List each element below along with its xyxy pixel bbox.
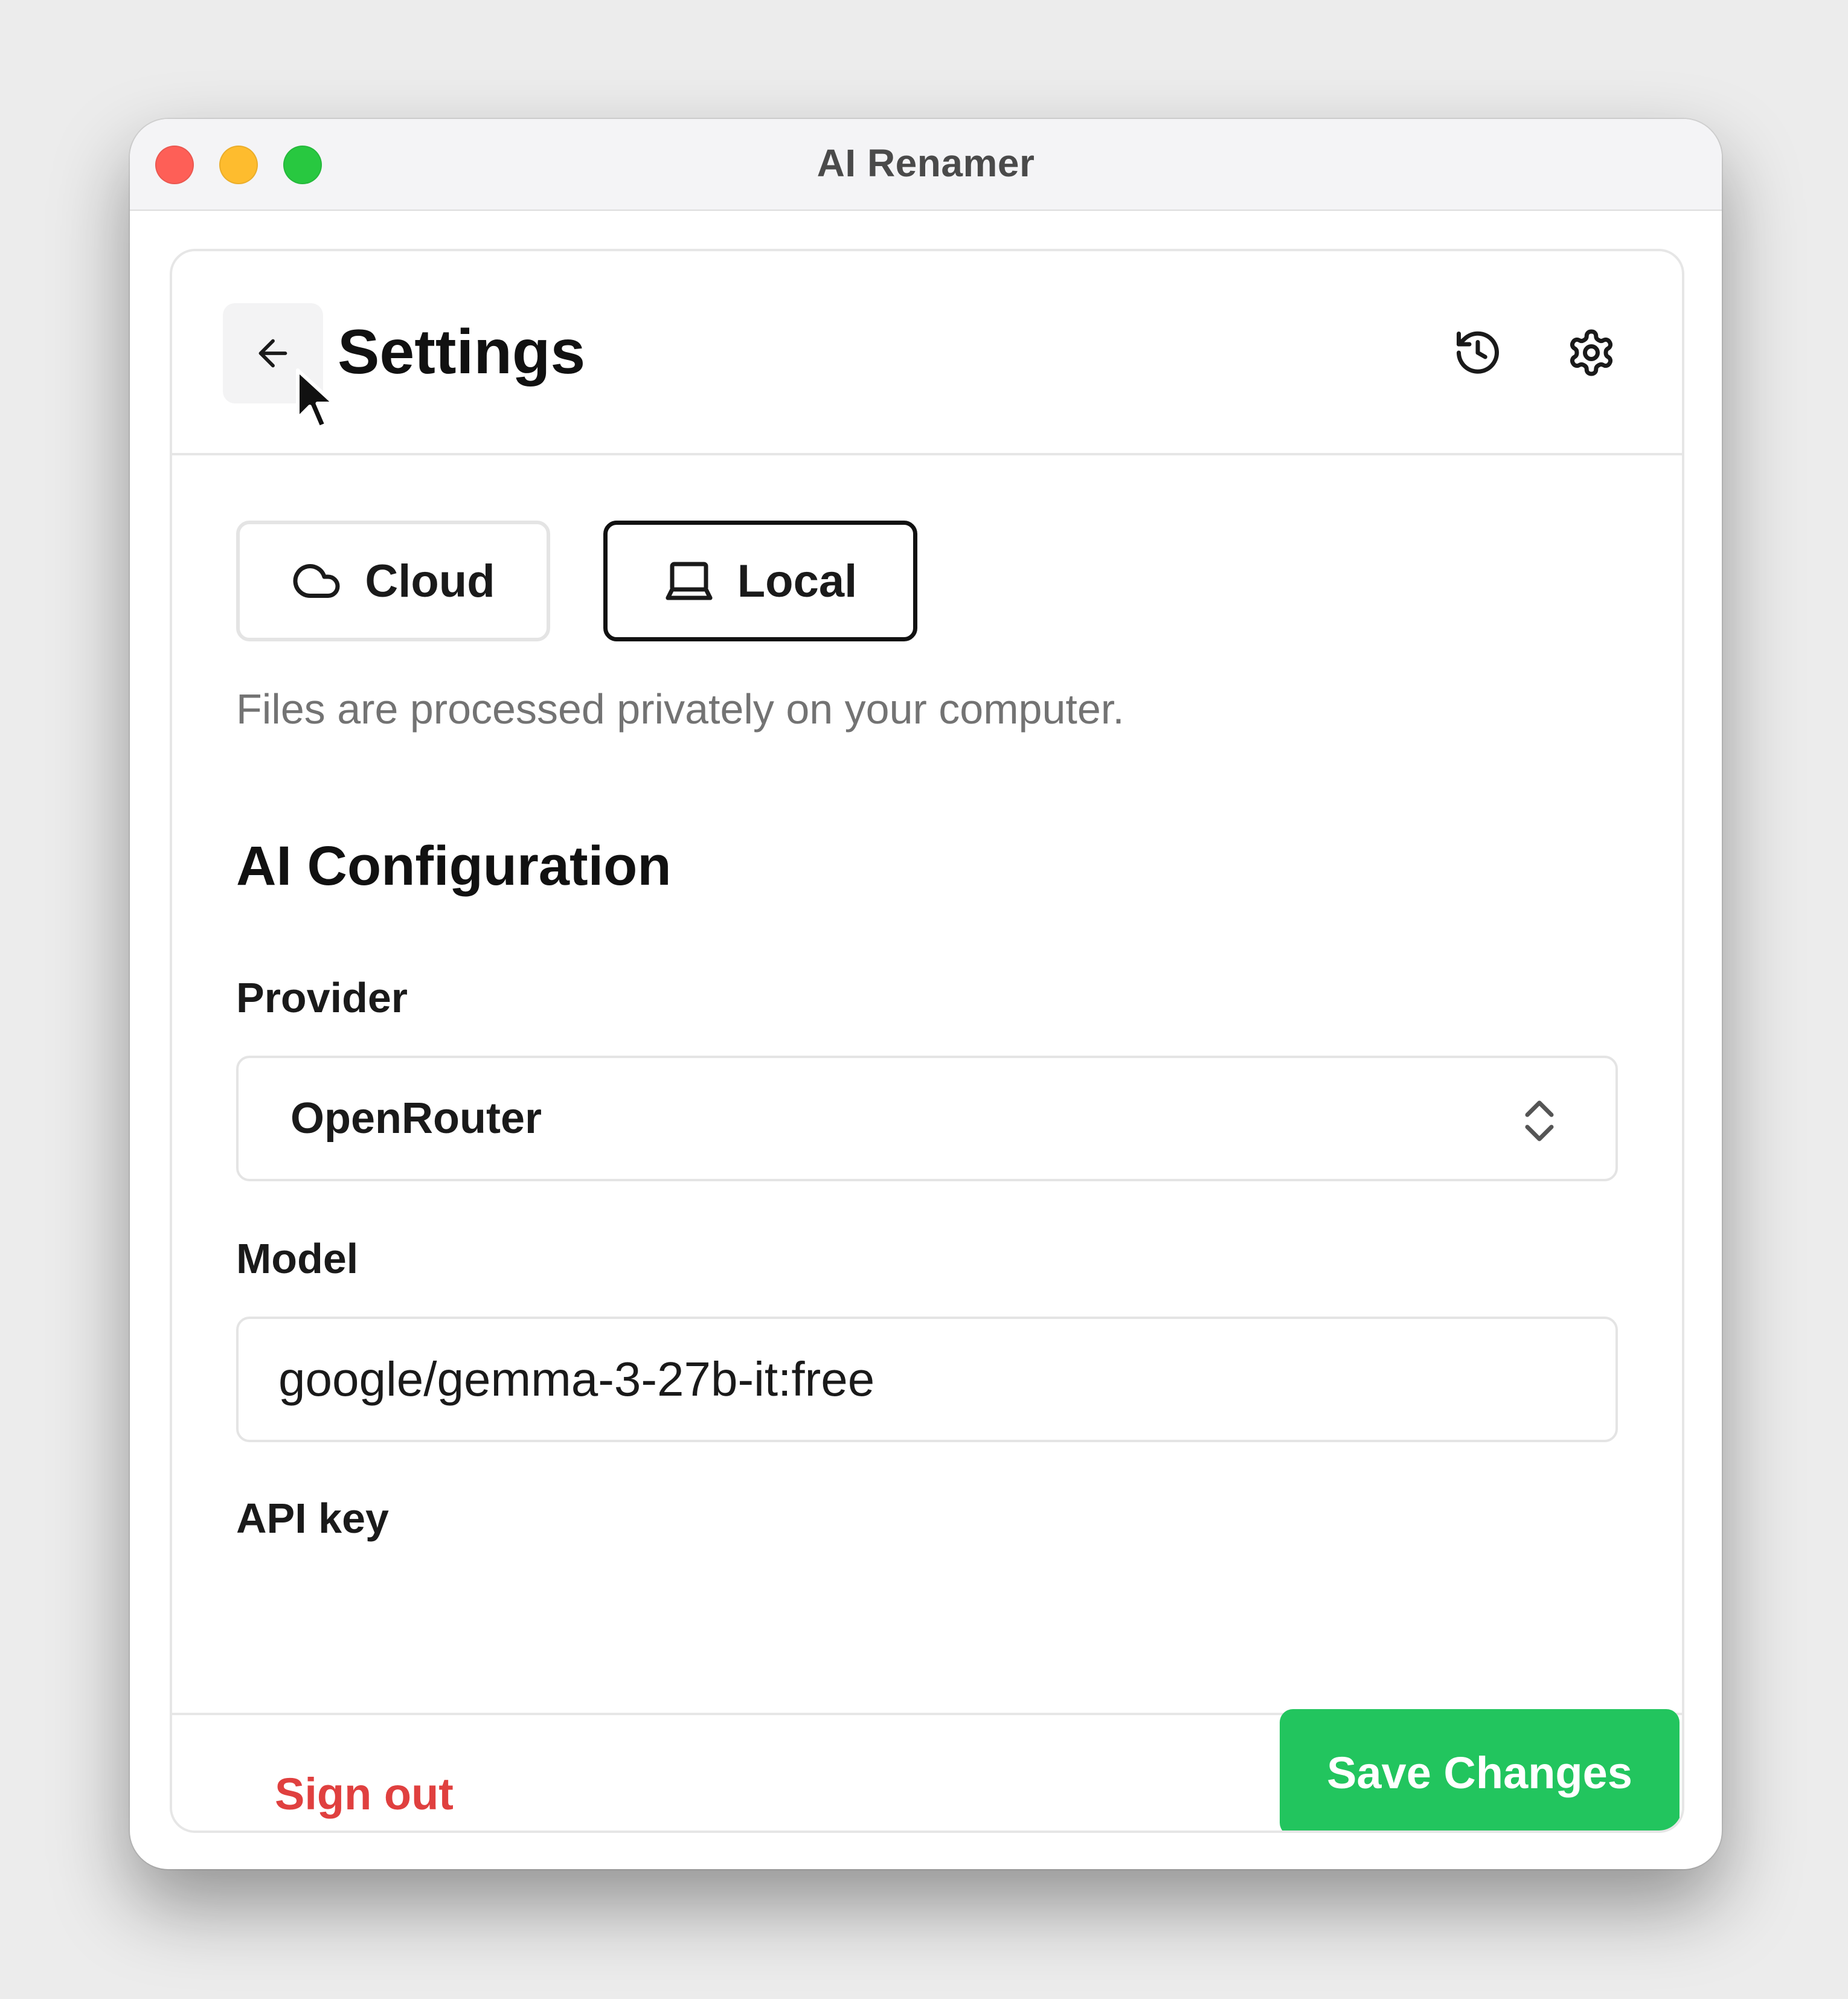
mode-cloud-label: Cloud [365,555,495,607]
history-icon [1457,331,1499,374]
mode-local-button[interactable]: Local [603,521,917,641]
settings-button[interactable] [1561,322,1622,383]
title-bar: AI Renamer [130,119,1722,211]
arrow-left-icon [258,339,287,368]
mode-description: Files are processed privately on your co… [236,685,1125,733]
ai-configuration-heading: AI Configuration [236,835,672,897]
save-changes-label: Save Changes [1327,1747,1632,1798]
provider-select-value: OpenRouter [290,1094,542,1143]
window-title: AI Renamer [817,141,1035,185]
settings-header: Settings [172,251,1682,455]
api-key-label: API key [236,1495,389,1542]
page-title: Settings [338,317,586,387]
mode-cloud-button[interactable]: Cloud [236,521,550,641]
provider-label: Provider [236,974,408,1021]
mouse-cursor-icon [296,368,336,429]
sign-out-button[interactable]: Sign out [275,1768,454,1820]
app-window: AI Renamer Settings Cloud Local Files ar… [130,119,1722,1869]
model-label: Model [236,1235,359,1282]
mode-local-label: Local [737,555,858,607]
provider-select[interactable]: OpenRouter [236,1056,1618,1181]
cloud-icon [293,564,340,598]
model-input[interactable] [236,1317,1618,1442]
laptop-icon [666,562,713,600]
save-changes-button[interactable]: Save Changes [1280,1709,1680,1831]
history-button[interactable] [1448,322,1508,383]
settings-card: Settings Cloud Local Files are processed… [170,249,1684,1833]
gear-icon [1570,329,1613,376]
chevron-up-down-icon [1525,1100,1554,1141]
